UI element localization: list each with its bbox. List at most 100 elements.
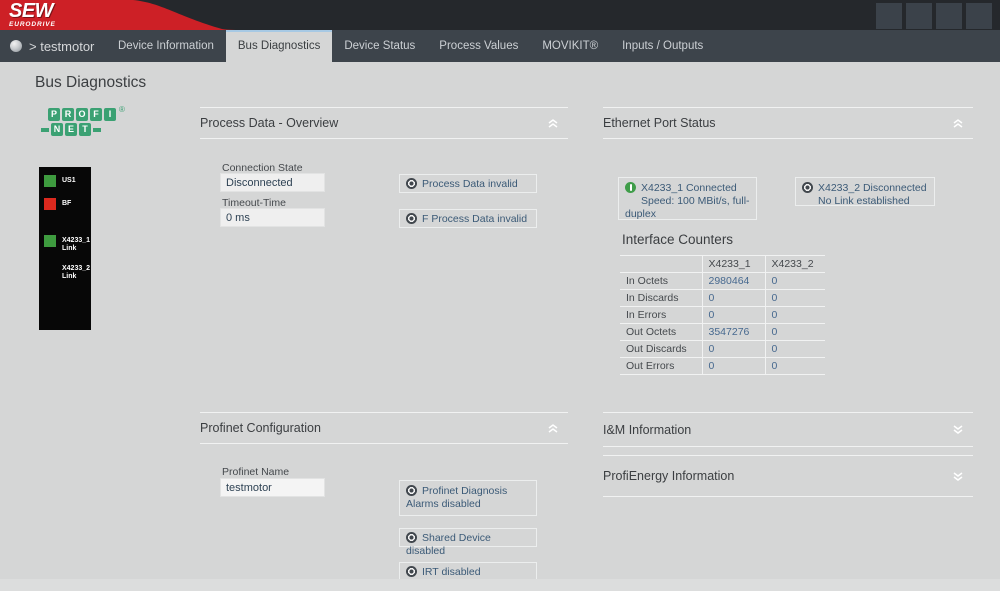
collapse-chevron-up-icon[interactable] [951,118,965,129]
port-status-x4233-1: X4233_1 Connected Speed: 100 MBit/s, ful… [618,177,757,220]
tab-device-information[interactable]: Device Information [106,30,226,62]
tab-inputs-outputs[interactable]: Inputs / Outputs [610,30,715,62]
table-header-empty [620,255,702,273]
eurodrive-brand-text: EURODRIVE [9,21,56,28]
section-im-information: I&M Information [603,412,973,447]
profinet-tile: O [76,108,88,121]
profinet-tile: P [48,108,60,121]
status-text: Profinet Diagnosis Alarms disabled [406,485,508,510]
port-status-detail: Speed: 100 MBit/s, full-duplex [625,195,750,220]
port-status-detail: No Link established [818,195,910,207]
counter-value: 0 [764,340,825,358]
counter-value: 0 [764,323,825,341]
tab-movikit[interactable]: MOVIKIT® [530,30,610,62]
header-button-4[interactable] [966,3,992,29]
led-green-icon [44,235,56,247]
tab-device-status[interactable]: Device Status [332,30,427,62]
led-red-icon [44,198,56,210]
connection-state-input[interactable] [220,173,325,192]
header-button-1[interactable] [876,3,902,29]
timeout-time-input[interactable] [220,208,325,227]
led-label: Link [62,273,77,280]
profinet-name-input[interactable] [220,478,325,497]
counter-value: 0 [764,289,825,307]
counter-value: 0 [701,289,765,307]
nav-bar: > testmotor Device Information Bus Diagn… [0,30,1000,62]
connected-info-icon [625,182,636,193]
table-row: In Octets 2980464 0 [620,272,825,290]
interface-counters-title: Interface Counters [622,232,734,247]
tab-bus-diagnostics[interactable]: Bus Diagnostics [225,30,333,62]
registered-mark: ® [119,105,125,114]
port-status-title: X4233_1 Connected [641,182,737,194]
table-row: In Errors 0 0 [620,306,825,324]
disabled-status-icon [406,566,417,577]
tab-process-values[interactable]: Process Values [427,30,530,62]
section-title: Profinet Configuration [200,421,321,435]
profinet-connector [41,127,49,132]
led-green-icon [44,175,56,187]
section-title: ProfiEnergy Information [603,469,735,483]
counter-value: 0 [701,357,765,375]
status-text: Process Data invalid [422,178,518,190]
counter-value: 3547276 [701,323,765,341]
section-header-profienergy[interactable]: ProfiEnergy Information [603,455,973,497]
led-label: US1 [62,177,76,184]
led-off-icon [44,263,56,275]
section-ethernet-port-status: Ethernet Port Status [603,107,973,139]
counter-value: 0 [701,340,765,358]
section-title: Process Data - Overview [200,116,339,130]
disabled-status-icon [406,213,417,224]
expand-chevron-down-icon[interactable] [951,471,965,482]
page-title: Bus Diagnostics [35,74,147,91]
table-row: In Discards 0 0 [620,289,825,307]
profinet-tile: E [65,123,77,136]
section-header-process-data[interactable]: Process Data - Overview [200,107,568,139]
header-button-3[interactable] [936,3,962,29]
led-bf: BF [44,198,71,210]
table-header-row: X4233_1 X4233_2 [620,255,825,273]
counter-label: In Octets [620,272,702,290]
header-button-2[interactable] [906,3,932,29]
device-icon [10,40,22,52]
profinet-connector [93,127,101,132]
expand-chevron-down-icon[interactable] [951,424,965,435]
profinet-name-label: Profinet Name [222,466,290,478]
table-row: Out Discards 0 0 [620,340,825,358]
port-status-x4233-2: X4233_2 Disconnected No Link established [795,177,935,207]
led-label: X4233_1 [62,237,91,244]
counter-value: 2980464 [701,272,765,290]
profinet-logo-row1: P R O F I ® [48,105,125,121]
section-header-ethernet[interactable]: Ethernet Port Status [603,107,973,139]
profinet-tile: R [62,108,74,121]
header-button-group [876,3,992,29]
section-header-im-information[interactable]: I&M Information [603,412,973,447]
sew-logo: SEW EURODRIVE [9,1,56,28]
counter-label: In Discards [620,289,702,307]
led-label: Link [62,245,77,252]
status-shared-device: Shared Device disabled [399,528,537,557]
counter-label: Out Octets [620,323,702,341]
interface-counters-table: X4233_1 X4233_2 In Octets 2980464 0 In D… [620,255,825,375]
collapse-chevron-up-icon[interactable] [546,423,560,434]
counter-value: 0 [701,306,765,324]
sew-brand-text: SEW [9,0,54,22]
table-header-x4233-2: X4233_2 [764,255,825,273]
profinet-tile: T [79,123,91,136]
collapse-chevron-up-icon[interactable] [546,118,560,129]
port-status-title: X4233_2 Disconnected [818,182,927,194]
app-window: SEW EURODRIVE > testmotor Device Informa… [0,0,1000,591]
led-x4233-1-link: X4233_1 Link [44,235,90,253]
section-process-data: Process Data - Overview [200,107,568,139]
counter-value: 0 [764,306,825,324]
led-x4233-2-link: X4233_2 Link [44,263,90,281]
status-text: F Process Data invalid [422,213,528,225]
breadcrumb[interactable]: > testmotor [10,30,94,62]
led-label: X4233_2 [62,265,91,272]
section-title: I&M Information [603,422,692,437]
section-header-profinet-configuration[interactable]: Profinet Configuration [200,412,568,444]
status-text: IRT disabled [422,566,481,578]
disabled-status-icon [406,178,417,189]
counter-value: 0 [764,357,825,375]
breadcrumb-label: > testmotor [29,38,95,54]
